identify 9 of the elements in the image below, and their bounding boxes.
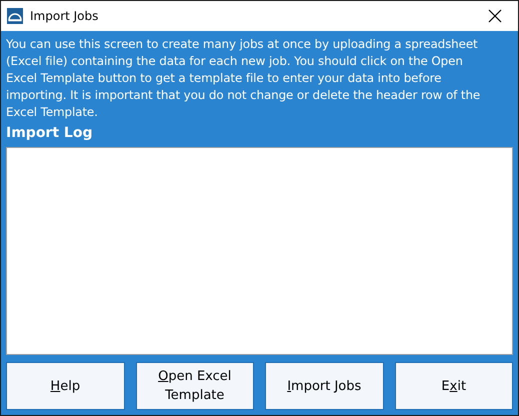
app-icon [7,8,23,24]
action-button[interactable]: Import Jobs [265,362,384,410]
action-button[interactable]: Exit [394,362,513,410]
import-log-label: Import Log [6,125,94,143]
action-button[interactable]: Open Excel Template [136,362,254,410]
window-title: Import Jobs [30,9,100,23]
description-text: You can use this screen to create many jobs at once by uploading a spreadsheet (Excel file) containing the data for each new job. You should click on the Open Excel Template button to get a template file to enter your data into before importing. It is important that you do not change or delete the header row of the Excel Template. [6,36,482,121]
close-icon [488,9,502,23]
action-button[interactable]: Help [6,362,124,410]
